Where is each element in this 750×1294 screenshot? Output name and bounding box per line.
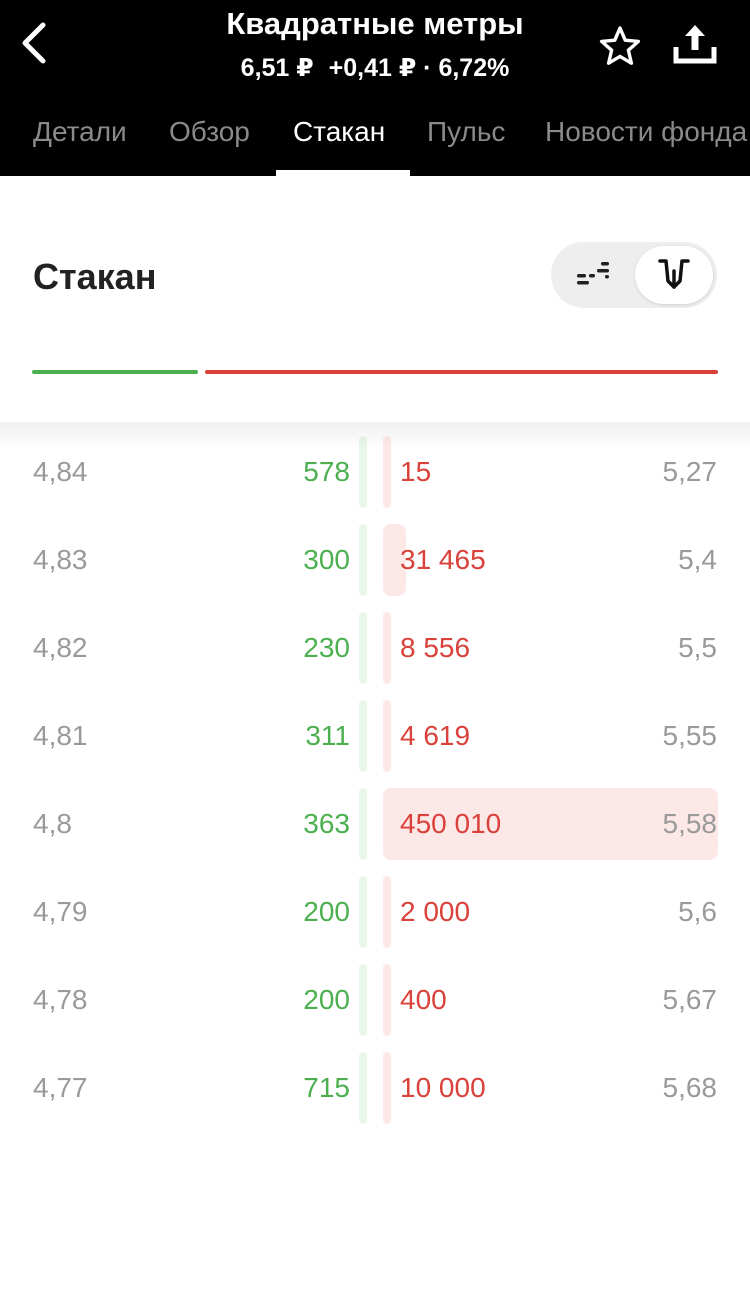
bid-quantity: 200	[303, 984, 350, 1015]
section-title: Стакан	[33, 256, 157, 297]
bid-price: 4,79	[33, 896, 88, 927]
ask-price: 5,6	[678, 896, 717, 927]
ask-quantity: 450 010	[400, 808, 502, 839]
depth-chart-icon	[658, 259, 690, 289]
star-outline-icon	[599, 26, 641, 65]
ask-quantity: 8 556	[400, 632, 471, 663]
ask-quantity: 10 000	[400, 1072, 486, 1103]
ask-quantity: 15	[400, 456, 432, 487]
view-toggle	[551, 242, 717, 308]
share-button[interactable]	[668, 18, 722, 70]
order-book-row[interactable]: 4,77 715 10 000 5,68	[0, 1044, 750, 1132]
ask-price: 5,58	[662, 808, 718, 839]
ask-price: 5,27	[662, 456, 718, 487]
bid-price: 4,8	[33, 808, 72, 839]
bid-price: 4,81	[33, 720, 88, 751]
order-book-row[interactable]: 4,82 230 8 556 5,5	[0, 604, 750, 692]
current-price: 6,51 ₽	[240, 54, 314, 82]
ask-volume-bar	[383, 612, 391, 684]
order-book-header: Стакан	[0, 176, 750, 422]
ask-volume-bar	[383, 700, 391, 772]
bid-volume-bar	[359, 612, 367, 684]
share-upload-icon	[673, 25, 717, 64]
list-view-icon	[577, 262, 609, 285]
ask-quantity: 31 465	[400, 544, 486, 575]
bid-volume-bar	[359, 436, 367, 508]
order-book-row[interactable]: 4,84 578 15 5,27	[0, 428, 750, 516]
order-book-row[interactable]: 4,83 300 31 465 5,4	[0, 516, 750, 604]
ask-price: 5,5	[678, 632, 717, 663]
ask-quantity: 400	[400, 984, 447, 1015]
ask-price: 5,55	[662, 720, 718, 751]
bid-quantity: 200	[303, 896, 350, 927]
bid-quantity: 578	[303, 456, 350, 487]
bid-price: 4,82	[33, 632, 88, 663]
price-change: +0,41 ₽ · 6,72%	[328, 54, 510, 82]
tab-fund-news[interactable]: Новости фонда	[545, 116, 747, 148]
order-book-row[interactable]: 4,81 311 4 619 5,55	[0, 692, 750, 780]
favorite-button[interactable]	[596, 22, 644, 70]
depth-chart-button[interactable]	[635, 246, 713, 304]
order-book-row[interactable]: 4,79 200 2 000 5,6	[0, 868, 750, 956]
tab-pulse[interactable]: Пульс	[427, 116, 505, 148]
ask-quantity: 4 619	[400, 720, 471, 751]
bid-quantity: 300	[303, 544, 350, 575]
ask-price: 5,68	[662, 1072, 718, 1103]
bid-volume-bar	[359, 788, 367, 860]
bid-quantity: 230	[303, 632, 350, 663]
bid-volume-bar	[359, 964, 367, 1036]
list-view-button[interactable]	[557, 246, 633, 304]
tab-order-book[interactable]: Стакан	[293, 116, 385, 148]
ask-volume-bar	[383, 1052, 391, 1124]
bid-quantity: 715	[303, 1072, 350, 1103]
order-book-row[interactable]: 4,8 363 450 010 5,58	[0, 780, 750, 868]
bid-volume-bar	[359, 876, 367, 948]
order-book-row[interactable]: 4,78 200 400 5,67	[0, 956, 750, 1044]
tab-bar: Детали Обзор Стакан Пульс Новости фонда	[0, 104, 750, 176]
bid-quantity: 363	[303, 808, 350, 839]
bid-quantity: 311	[305, 720, 350, 751]
tab-overview[interactable]: Обзор	[169, 116, 250, 148]
bid-volume-ratio-bar	[32, 370, 198, 374]
ask-price: 5,67	[662, 984, 718, 1015]
bid-volume-bar	[359, 524, 367, 596]
ask-volume-bar	[383, 964, 391, 1036]
order-book: 4,84 578 15 5,27 4,83 300 31 465 5,4 4,8…	[0, 422, 750, 1142]
bid-price: 4,84	[33, 456, 88, 487]
ask-volume-ratio-bar	[205, 370, 718, 374]
ask-volume-bar	[383, 436, 391, 508]
bid-price: 4,78	[33, 984, 88, 1015]
ask-price: 5,4	[678, 544, 717, 575]
bid-volume-bar	[359, 700, 367, 772]
top-bar: Квадратные метры 6,51 ₽ +0,41 ₽ · 6,72% …	[0, 0, 750, 176]
tab-details[interactable]: Детали	[33, 116, 127, 148]
ask-quantity: 2 000	[400, 896, 471, 927]
bid-volume-bar	[359, 1052, 367, 1124]
ask-volume-bar	[383, 876, 391, 948]
bid-price: 4,77	[33, 1072, 88, 1103]
bid-price: 4,83	[33, 544, 88, 575]
